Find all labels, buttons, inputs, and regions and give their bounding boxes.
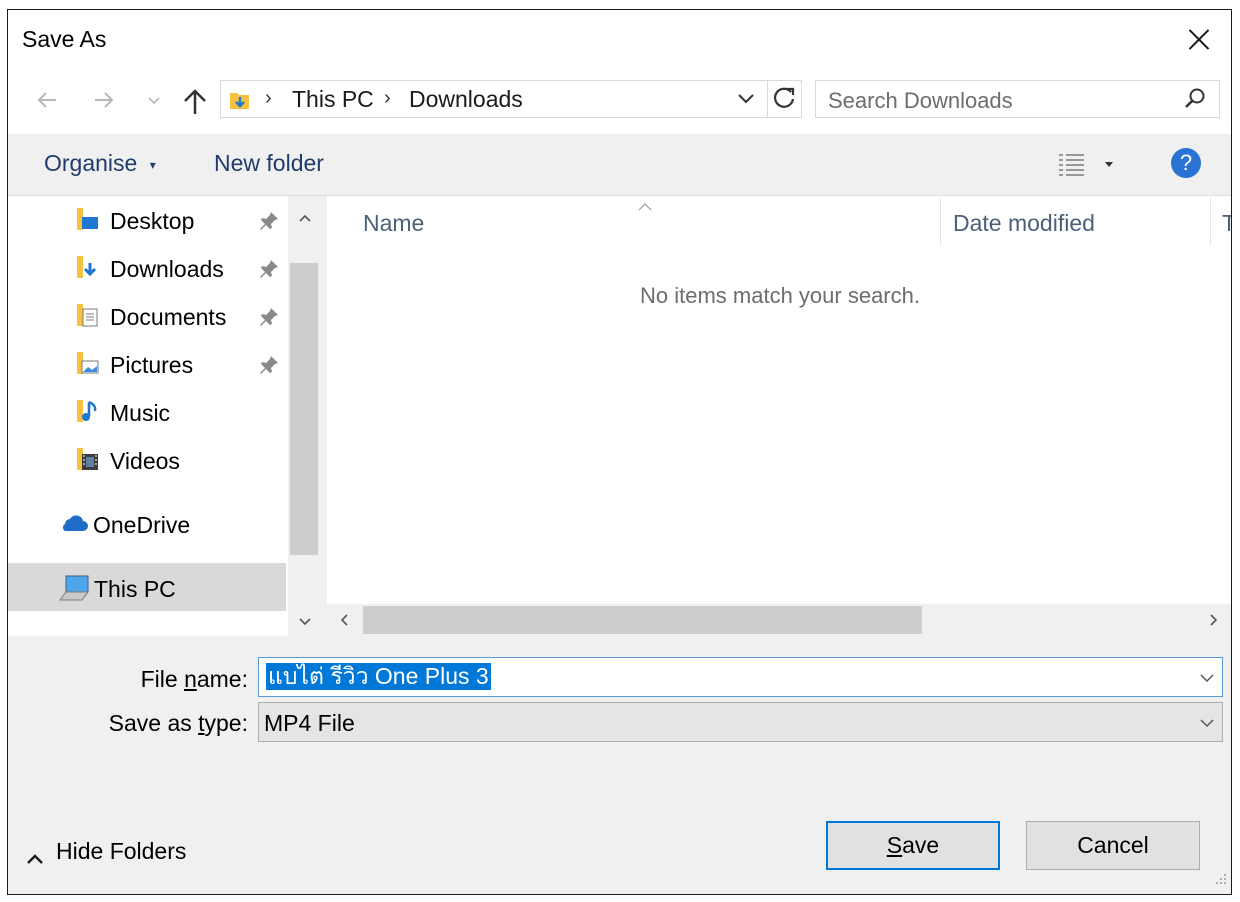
forward-arrow-icon[interactable]	[91, 87, 117, 117]
recent-locations-chevron-icon[interactable]	[146, 87, 162, 117]
view-options-icon[interactable]	[1058, 152, 1086, 181]
pin-icon[interactable]	[258, 258, 280, 286]
this-pc-icon	[58, 574, 90, 608]
sidebar-item-label: Pictures	[110, 352, 194, 378]
scroll-left-arrow-icon[interactable]	[339, 613, 349, 629]
search-placeholder: Search Downloads	[828, 88, 1013, 113]
label-part: File	[140, 666, 185, 692]
file-list-horizontal-scrollbar[interactable]	[327, 604, 1231, 636]
navigation-pane: Desktop Downloads Documents Pictures Mus…	[8, 196, 288, 636]
back-arrow-icon[interactable]	[34, 87, 60, 117]
downloads-folder-icon	[229, 89, 249, 109]
scrollbar-thumb[interactable]	[290, 263, 318, 555]
scrollbar-thumb[interactable]	[363, 606, 922, 634]
save-label: ave	[902, 832, 940, 858]
documents-folder-icon	[76, 302, 100, 334]
search-icon[interactable]	[1183, 87, 1207, 116]
address-bar[interactable]: › This PC › Downloads	[220, 80, 802, 118]
breadcrumb-downloads[interactable]: Downloads	[409, 86, 523, 113]
desktop-folder-icon	[76, 206, 100, 238]
downloads-folder-icon	[76, 254, 100, 286]
column-divider[interactable]	[940, 198, 941, 246]
onedrive-cloud-icon	[58, 512, 88, 539]
file-name-label: File name:	[8, 666, 248, 693]
sidebar-item-label: Downloads	[110, 256, 224, 282]
address-dropdown-chevron-icon[interactable]	[735, 85, 757, 111]
save-as-dialog: Save As › This PC › Downloads Search Dow…	[7, 9, 1232, 895]
file-list-pane: Name Date modified T No items match your…	[327, 196, 1231, 636]
sidebar-item-videos[interactable]: Videos	[76, 438, 288, 486]
navigation-pane-scrollbar[interactable]	[288, 196, 320, 636]
access-key: S	[886, 832, 903, 858]
organise-dropdown-icon: ▾	[149, 157, 156, 172]
save-as-type-chevron-icon[interactable]	[1200, 715, 1214, 733]
column-header-type[interactable]: T	[1222, 210, 1231, 237]
sidebar-item-label: Videos	[110, 448, 180, 474]
scroll-right-arrow-icon[interactable]	[1209, 613, 1219, 629]
file-name-input[interactable]: แบไต่ รีวิว One Plus 3	[258, 657, 1223, 697]
sort-up-chevron-icon	[637, 196, 653, 217]
view-dropdown-icon[interactable]	[1105, 162, 1113, 167]
sidebar-item-pictures[interactable]: Pictures	[76, 342, 288, 390]
videos-folder-icon	[76, 446, 100, 478]
scroll-up-arrow-icon[interactable]	[299, 210, 311, 226]
refresh-icon[interactable]	[767, 81, 802, 117]
close-button[interactable]	[1181, 22, 1217, 56]
sidebar-item-this-pc[interactable]: This PC	[58, 566, 288, 614]
label-part: Save as	[108, 710, 199, 736]
organise-label: Organise	[44, 150, 138, 176]
pin-icon[interactable]	[258, 354, 280, 382]
navigation-bar: › This PC › Downloads Search Downloads	[8, 72, 1231, 134]
breadcrumb-this-pc[interactable]: This PC	[292, 86, 374, 113]
new-folder-button[interactable]: New folder	[214, 150, 324, 177]
sidebar-item-label: This PC	[94, 576, 176, 602]
command-toolbar: Organise ▾ New folder ?	[8, 134, 1231, 196]
save-button[interactable]: Save	[826, 821, 1000, 870]
breadcrumb-chevron-icon: ›	[384, 87, 391, 109]
column-header-date-modified[interactable]: Date modified	[953, 210, 1095, 237]
sidebar-item-label: OneDrive	[93, 512, 191, 538]
scroll-down-arrow-icon[interactable]	[299, 614, 311, 630]
column-header-name[interactable]: Name	[363, 210, 424, 237]
dialog-title: Save As	[22, 26, 107, 52]
sidebar-item-desktop[interactable]: Desktop	[76, 198, 288, 246]
save-as-type-value: MP4 File	[264, 710, 355, 736]
hide-folders-label: Hide Folders	[56, 838, 187, 864]
search-box[interactable]: Search Downloads	[815, 80, 1220, 118]
pictures-folder-icon	[76, 350, 100, 382]
label-part: ype:	[204, 710, 248, 736]
sidebar-item-downloads[interactable]: Downloads	[76, 246, 288, 294]
empty-list-message: No items match your search.	[640, 283, 920, 308]
title-bar: Save As	[8, 10, 1231, 72]
save-as-type-select[interactable]: MP4 File	[258, 702, 1223, 742]
breadcrumb-chevron-icon: ›	[265, 87, 272, 109]
cancel-button[interactable]: Cancel	[1026, 821, 1200, 870]
pin-icon[interactable]	[258, 306, 280, 334]
sidebar-item-onedrive[interactable]: OneDrive	[58, 502, 288, 550]
help-icon[interactable]: ?	[1171, 148, 1201, 178]
access-key: n	[184, 666, 197, 692]
sidebar-item-documents[interactable]: Documents	[76, 294, 288, 342]
music-folder-icon	[76, 398, 100, 430]
up-arrow-icon[interactable]	[181, 87, 209, 117]
resize-grip-icon[interactable]	[1213, 871, 1227, 890]
file-name-dropdown-chevron-icon[interactable]	[1200, 670, 1214, 688]
file-name-value[interactable]: แบไต่ รีวิว One Plus 3	[266, 663, 491, 690]
save-as-type-label: Save as type:	[8, 710, 248, 737]
organise-button[interactable]: Organise ▾	[44, 150, 156, 177]
sidebar-item-label: Music	[110, 400, 171, 426]
sidebar-item-label: Desktop	[110, 208, 195, 234]
column-divider[interactable]	[1210, 198, 1211, 246]
sidebar-item-label: Documents	[110, 304, 227, 330]
sidebar-item-music[interactable]: Music	[76, 390, 288, 438]
label-part: ame:	[196, 666, 248, 692]
pin-icon[interactable]	[258, 210, 280, 238]
chevron-up-icon	[26, 844, 44, 871]
